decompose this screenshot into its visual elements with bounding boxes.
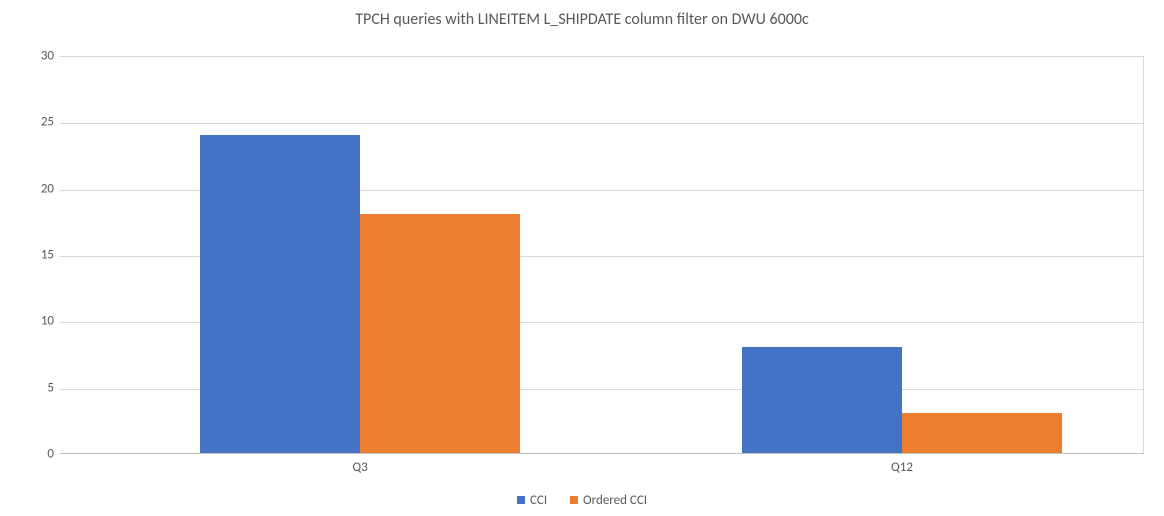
legend-item-cci: CCI — [517, 493, 547, 508]
legend-label: CCI — [530, 493, 547, 508]
y-tick-10: 10 — [10, 314, 54, 329]
plot-area — [60, 56, 1144, 454]
chart-container: TPCH queries with LINEITEM L_SHIPDATE co… — [0, 0, 1164, 516]
legend-item-ordered: Ordered CCI — [570, 493, 647, 508]
x-label-q12: Q12 — [891, 460, 913, 475]
chart-title: TPCH queries with LINEITEM L_SHIPDATE co… — [0, 10, 1164, 29]
bar-q12-ordered — [902, 413, 1062, 453]
y-tick-15: 15 — [10, 248, 54, 263]
x-label-q3: Q3 — [352, 460, 367, 475]
legend-swatch-icon — [570, 496, 578, 504]
legend-label: Ordered CCI — [583, 493, 647, 508]
y-tick-25: 25 — [10, 115, 54, 130]
bar-q3-ordered — [360, 214, 520, 453]
gridline — [60, 123, 1143, 124]
y-tick-30: 30 — [10, 49, 54, 64]
y-tick-20: 20 — [10, 181, 54, 196]
bar-q12-cci — [742, 347, 902, 453]
legend: CCI Ordered CCI — [0, 493, 1164, 509]
y-tick-5: 5 — [10, 380, 54, 395]
y-tick-0: 0 — [10, 447, 54, 462]
bar-q3-cci — [200, 135, 360, 453]
legend-swatch-icon — [517, 496, 525, 504]
